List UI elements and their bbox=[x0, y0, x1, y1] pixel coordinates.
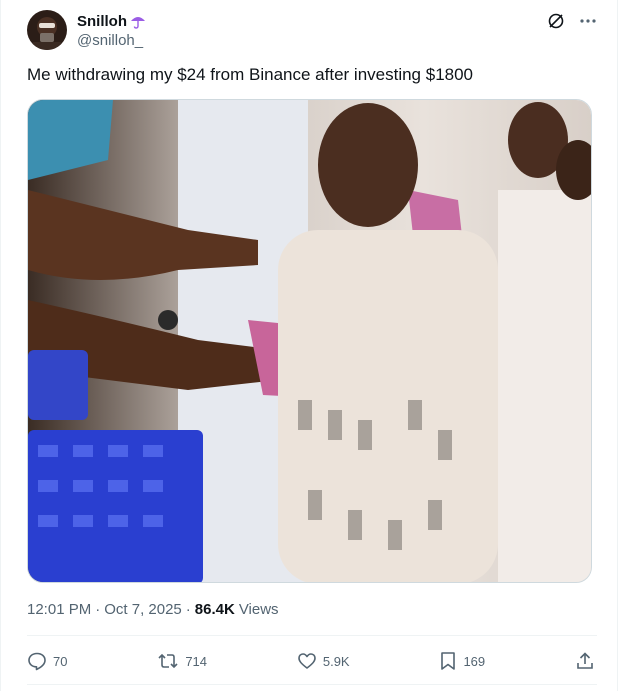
retweet-count: 714 bbox=[185, 653, 208, 669]
header-actions bbox=[547, 12, 597, 30]
tweet-card: Snilloh @snilloh_ Me withdrawing my $24 … bbox=[0, 0, 618, 691]
handle[interactable]: @snilloh_ bbox=[77, 32, 146, 49]
bookmark-count: 169 bbox=[463, 653, 486, 669]
meta-separator: · bbox=[95, 601, 101, 618]
tweet-header: Snilloh @snilloh_ bbox=[27, 8, 597, 52]
retweet-icon bbox=[157, 651, 179, 671]
reply-icon bbox=[27, 651, 47, 671]
tweet-time[interactable]: 12:01 PM bbox=[27, 601, 91, 618]
like-count: 5.9K bbox=[322, 653, 350, 669]
views-count: 86.4K bbox=[194, 601, 235, 618]
views-label: Views bbox=[238, 601, 279, 618]
share-button[interactable] bbox=[575, 651, 595, 671]
tweet-media-image[interactable] bbox=[27, 99, 592, 583]
action-bar: 70 714 5.9K 169 bbox=[27, 648, 595, 674]
tweet-date[interactable]: Oct 7, 2025 bbox=[104, 601, 182, 618]
like-icon bbox=[297, 651, 317, 671]
more-icon[interactable] bbox=[579, 12, 597, 30]
avatar[interactable] bbox=[27, 10, 67, 50]
reply-button[interactable]: 70 bbox=[27, 651, 67, 671]
retweet-button[interactable]: 714 bbox=[157, 651, 207, 671]
like-button[interactable]: 5.9K bbox=[297, 651, 350, 671]
share-icon bbox=[575, 651, 595, 671]
tweet-meta: 12:01 PM · Oct 7, 2025 · 86.4K Views bbox=[27, 601, 279, 618]
bookmark-button[interactable]: 169 bbox=[439, 651, 485, 671]
grok-icon[interactable] bbox=[547, 12, 565, 30]
reply-count: 70 bbox=[53, 653, 68, 669]
display-name[interactable]: Snilloh bbox=[77, 13, 127, 30]
tweet-text: Me withdrawing my $24 from Binance after… bbox=[27, 65, 474, 84]
divider bbox=[27, 635, 597, 636]
user-block: Snilloh @snilloh_ bbox=[77, 12, 146, 49]
umbrella-icon bbox=[130, 13, 146, 29]
bookmark-icon bbox=[439, 651, 457, 671]
meta-separator-2: · bbox=[185, 601, 191, 618]
display-name-row: Snilloh bbox=[77, 12, 146, 30]
divider-bottom bbox=[27, 684, 597, 685]
